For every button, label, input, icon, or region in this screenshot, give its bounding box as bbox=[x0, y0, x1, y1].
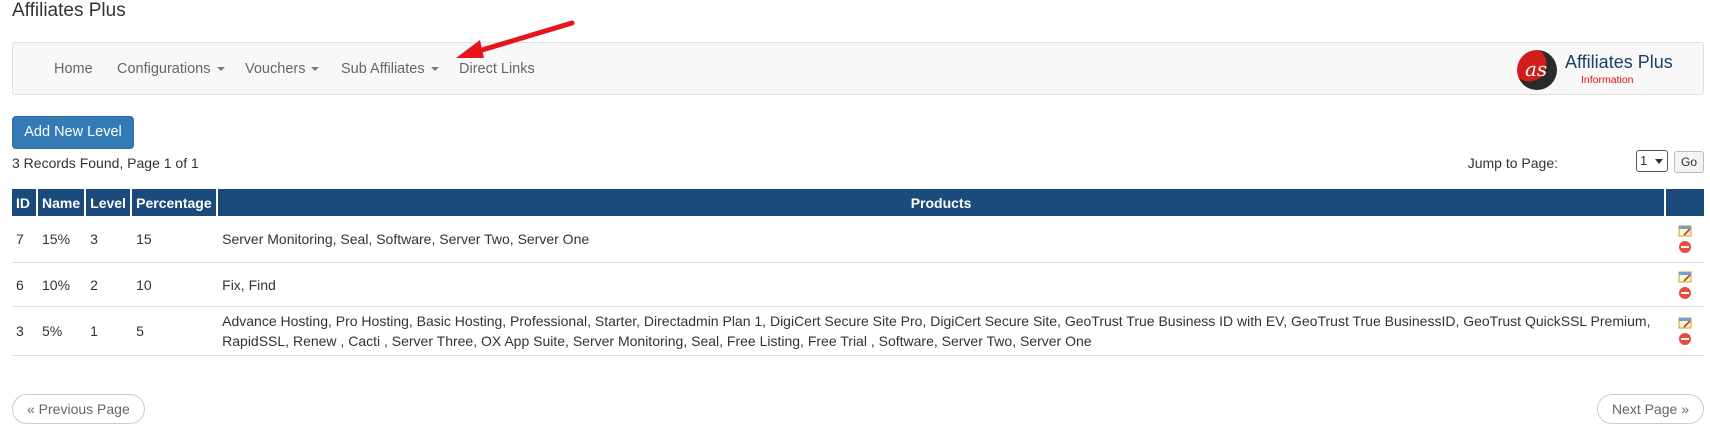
delete-icon[interactable] bbox=[1678, 332, 1692, 346]
col-name[interactable]: Name bbox=[38, 189, 87, 216]
chevron-down-icon bbox=[216, 67, 225, 72]
cell-id: 6 bbox=[12, 263, 38, 307]
chevron-down-icon bbox=[430, 67, 439, 72]
table-row: 6 10% 2 10 Fix, Find bbox=[12, 263, 1704, 307]
cell-id: 7 bbox=[12, 216, 38, 263]
table-header-row: ID Name Level Percentage Products bbox=[12, 189, 1704, 216]
cell-level: 1 bbox=[86, 307, 133, 356]
next-page-button[interactable]: Next Page » bbox=[1596, 394, 1704, 424]
cell-actions bbox=[1666, 307, 1704, 356]
brand-logo-block[interactable]: as Affiliates Plus Information bbox=[1517, 50, 1685, 92]
previous-page-button[interactable]: « Previous Page bbox=[12, 394, 145, 424]
cell-percentage: 10 bbox=[132, 263, 219, 307]
brand-logo-text: as bbox=[1525, 57, 1548, 81]
cell-level: 2 bbox=[86, 263, 133, 307]
brand-subtitle: Information bbox=[1581, 74, 1634, 86]
page-select-value: 1 bbox=[1640, 153, 1648, 168]
nav-vouchers-label: Vouchers bbox=[245, 61, 306, 77]
annotation-arrow-icon bbox=[456, 20, 575, 58]
cell-name: 10% bbox=[38, 263, 87, 307]
cell-products: Fix, Find bbox=[218, 263, 1666, 307]
affiliates-plus-logo-icon: as bbox=[1517, 50, 1557, 90]
col-percentage[interactable]: Percentage bbox=[132, 189, 219, 216]
nav-direct-links-label: Direct Links bbox=[459, 61, 535, 77]
col-actions bbox=[1666, 189, 1704, 216]
records-summary: 3 Records Found, Page 1 of 1 bbox=[12, 155, 199, 171]
chevron-down-icon bbox=[311, 67, 320, 72]
levels-table: ID Name Level Percentage Products 7 15% … bbox=[12, 189, 1704, 356]
delete-icon[interactable] bbox=[1678, 286, 1692, 300]
cell-products: Advance Hosting, Pro Hosting, Basic Host… bbox=[218, 307, 1666, 356]
cell-level: 3 bbox=[86, 216, 133, 263]
cell-products: Server Monitoring, Seal, Software, Serve… bbox=[218, 216, 1666, 263]
nav-configurations[interactable]: Configurations bbox=[117, 60, 225, 78]
brand-name: Affiliates Plus bbox=[1565, 52, 1673, 72]
cell-percentage: 15 bbox=[132, 216, 219, 263]
nav-home-label: Home bbox=[54, 61, 93, 77]
page-select[interactable]: 1 bbox=[1636, 150, 1668, 172]
add-new-level-button[interactable]: Add New Level bbox=[12, 116, 134, 149]
cell-actions bbox=[1666, 216, 1704, 263]
cell-id: 3 bbox=[12, 307, 38, 356]
cell-actions bbox=[1666, 263, 1704, 307]
cell-name: 5% bbox=[38, 307, 87, 356]
nav-home[interactable]: Home bbox=[54, 60, 93, 78]
chevron-down-icon bbox=[1655, 159, 1663, 164]
table-row: 3 5% 1 5 Advance Hosting, Pro Hosting, B… bbox=[12, 307, 1704, 356]
nav-sub-affiliates-label: Sub Affiliates bbox=[341, 61, 425, 77]
top-navbar: Home Configurations Vouchers Sub Affilia… bbox=[12, 42, 1704, 95]
jump-label: Jump to Page: bbox=[1467, 155, 1558, 171]
nav-sub-affiliates[interactable]: Sub Affiliates bbox=[341, 60, 439, 78]
delete-icon[interactable] bbox=[1678, 240, 1692, 254]
nav-configurations-label: Configurations bbox=[117, 61, 211, 77]
cell-percentage: 5 bbox=[132, 307, 219, 356]
col-level[interactable]: Level bbox=[86, 189, 133, 216]
cell-name: 15% bbox=[38, 216, 87, 263]
nav-vouchers[interactable]: Vouchers bbox=[245, 60, 320, 78]
edit-icon[interactable] bbox=[1678, 224, 1692, 238]
col-id[interactable]: ID bbox=[12, 189, 38, 216]
go-button[interactable]: Go bbox=[1674, 151, 1704, 173]
page-title: Affiliates Plus bbox=[12, 0, 126, 21]
edit-icon[interactable] bbox=[1678, 270, 1692, 284]
col-products[interactable]: Products bbox=[218, 189, 1666, 216]
table-row: 7 15% 3 15 Server Monitoring, Seal, Soft… bbox=[12, 216, 1704, 263]
edit-icon[interactable] bbox=[1678, 316, 1692, 330]
jump-to-page: Jump to Page: 1 Go bbox=[1468, 150, 1704, 174]
